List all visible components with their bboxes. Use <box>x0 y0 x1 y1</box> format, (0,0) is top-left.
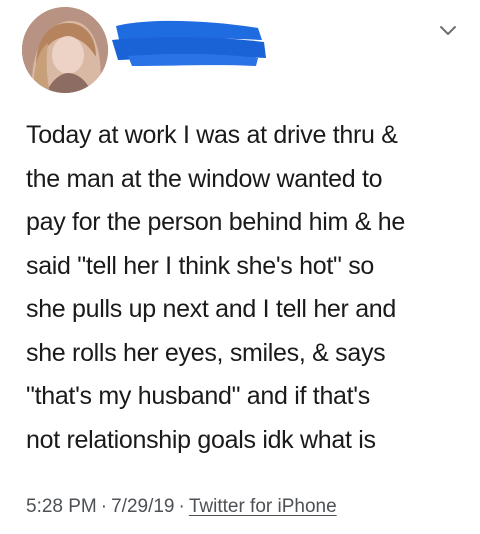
redacted-name <box>112 20 266 66</box>
avatar-photo <box>22 7 108 93</box>
tweet-metadata: 5:28 PM · 7/29/19 · Twitter for iPhone <box>26 496 337 518</box>
tweet-source-link[interactable]: Twitter for iPhone <box>189 496 337 517</box>
separator: · <box>178 496 185 517</box>
tweet-header <box>0 0 480 100</box>
tweet-time: 5:28 PM <box>26 496 97 517</box>
chevron-down-icon[interactable] <box>438 24 458 38</box>
separator: · <box>100 496 108 517</box>
avatar[interactable] <box>22 7 108 93</box>
tweet-text: Today at work I was at drive thru & the … <box>26 121 405 454</box>
tweet-date: 7/29/19 <box>111 496 175 517</box>
